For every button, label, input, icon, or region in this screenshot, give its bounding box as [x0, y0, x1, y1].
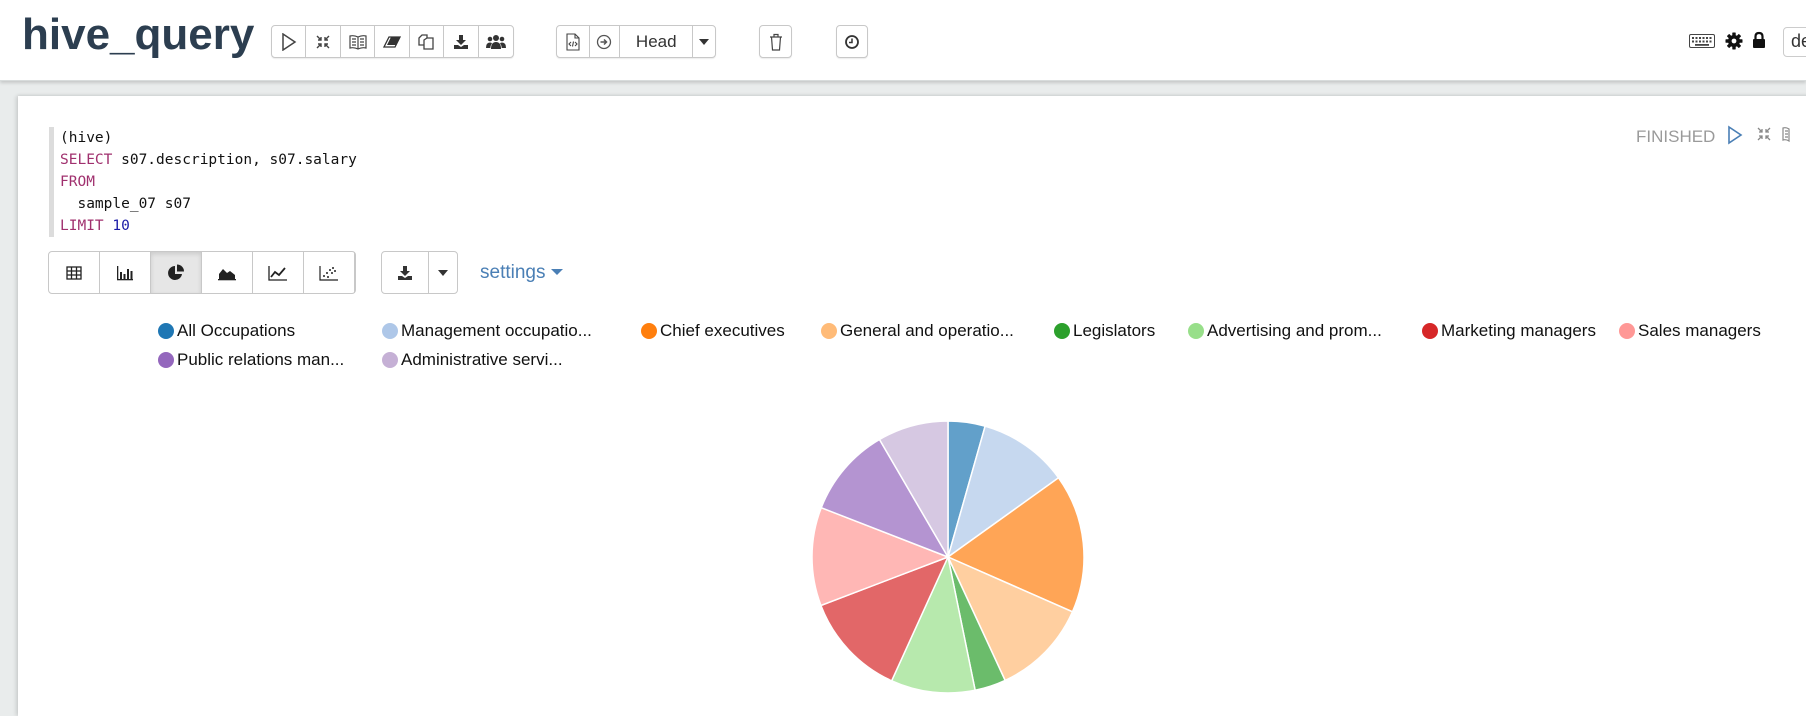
- arrow-circle-icon: [597, 34, 612, 49]
- caret-down-icon: [699, 38, 710, 45]
- version-toolbar: Head: [556, 25, 716, 58]
- clear-output-button[interactable]: [375, 26, 410, 57]
- revision-dropdown[interactable]: Head: [620, 26, 694, 57]
- database-selector[interactable]: default: [1783, 27, 1806, 57]
- clone-button[interactable]: [410, 26, 445, 57]
- pie-chart: [811, 420, 1085, 694]
- collapse-button[interactable]: [306, 26, 341, 57]
- notebook-title[interactable]: hive_query: [22, 10, 254, 60]
- run-all-button[interactable]: [272, 26, 307, 57]
- show-code-button[interactable]: [557, 26, 590, 57]
- collapse-icon: [316, 35, 330, 48]
- run-icon: [281, 32, 297, 51]
- eraser-icon: [382, 35, 401, 48]
- show-source-button[interactable]: [341, 26, 376, 57]
- revision-dropdown-toggle[interactable]: [693, 26, 715, 57]
- export-button[interactable]: [444, 26, 479, 57]
- gear-icon[interactable]: [1725, 32, 1743, 50]
- clock-icon: [845, 34, 859, 49]
- go-to-button[interactable]: [590, 26, 621, 57]
- schedule-button-inner[interactable]: [837, 26, 867, 57]
- delete-button[interactable]: [759, 25, 792, 58]
- trash-icon: [769, 33, 782, 51]
- clone-icon: [418, 33, 435, 50]
- notebook-header: hive_query Head d: [0, 0, 1806, 81]
- permissions-button[interactable]: [479, 26, 513, 57]
- delete-button-inner[interactable]: [760, 26, 791, 57]
- code-file-icon: [566, 32, 580, 51]
- book-icon: [348, 34, 367, 50]
- revision-label: Head: [635, 31, 677, 51]
- keyboard-icon[interactable]: [1689, 33, 1715, 49]
- paragraph-panel: (hive) SELECT s07.description, s07.salar…: [18, 96, 1806, 716]
- schedule-button[interactable]: [836, 25, 868, 58]
- notebook-actions-toolbar: [271, 25, 514, 58]
- download-icon: [453, 34, 468, 49]
- lock-icon[interactable]: [1752, 31, 1766, 49]
- users-icon: [485, 34, 506, 49]
